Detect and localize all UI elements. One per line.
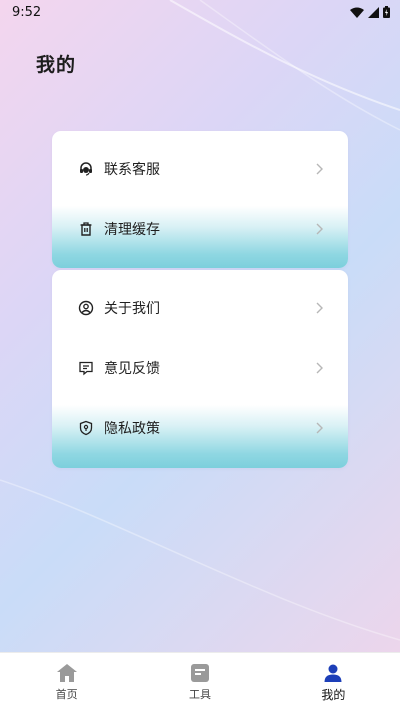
signal-icon — [368, 6, 379, 18]
shield-icon — [78, 420, 94, 436]
status-icons — [350, 6, 390, 18]
wifi-icon — [350, 7, 364, 18]
menu-item-label: 意见反馈 — [104, 361, 160, 377]
menu-item-label: 隐私政策 — [104, 421, 160, 437]
document-icon — [190, 664, 209, 682]
chevron-right-icon — [314, 301, 324, 315]
tab-home[interactable]: 首页 — [0, 653, 133, 712]
menu-item-about-us[interactable]: 关于我们 — [52, 278, 348, 338]
chevron-right-icon — [314, 162, 324, 176]
page-title: 我的 — [36, 54, 77, 76]
tab-label: 首页 — [55, 688, 78, 701]
menu-item-privacy-policy[interactable]: 隐私政策 — [52, 398, 348, 468]
feedback-icon — [78, 360, 94, 376]
menu-card-1: 联系客服 清理缓存 — [52, 131, 348, 268]
menu-item-label: 联系客服 — [104, 162, 160, 178]
menu-item-contact-support[interactable]: 联系客服 — [52, 139, 348, 199]
battery-icon — [383, 6, 390, 18]
status-bar: 9:52 — [0, 0, 400, 24]
tab-label: 我的 — [321, 687, 346, 702]
tab-label: 工具 — [188, 688, 211, 701]
menu-item-feedback[interactable]: 意见反馈 — [52, 338, 348, 398]
menu-item-label: 关于我们 — [104, 301, 160, 317]
tab-tools[interactable]: 工具 — [133, 653, 266, 712]
chevron-right-icon — [314, 421, 324, 435]
status-time: 9:52 — [12, 4, 42, 20]
chevron-right-icon — [314, 361, 324, 375]
trash-icon — [78, 221, 94, 237]
user-circle-icon — [78, 300, 94, 316]
chevron-right-icon — [314, 222, 324, 236]
tab-mine[interactable]: 我的 — [267, 653, 400, 712]
bottom-tab-bar: 首页 工具 我的 — [0, 652, 400, 712]
menu-item-label: 清理缓存 — [104, 222, 160, 238]
menu-item-clear-cache[interactable]: 清理缓存 — [52, 199, 348, 268]
headset-icon — [78, 161, 94, 177]
person-icon — [324, 664, 342, 682]
menu-card-2: 关于我们 意见反馈 隐私政策 — [52, 270, 348, 468]
home-icon — [56, 664, 77, 682]
